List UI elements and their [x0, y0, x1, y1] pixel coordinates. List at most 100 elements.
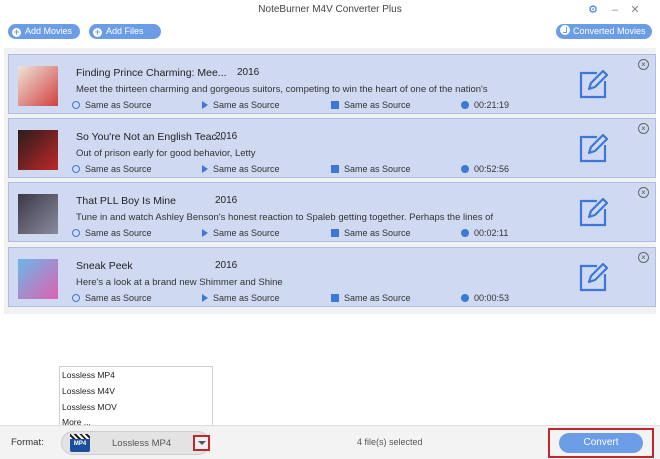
movie-thumbnail: [18, 130, 58, 170]
duration-value: 00:00:53: [474, 293, 510, 303]
duration: 00:52:56: [461, 164, 509, 174]
minimize-icon[interactable]: –: [608, 3, 622, 17]
duration-value: 00:02:11: [474, 228, 509, 238]
remove-item-icon[interactable]: ×: [638, 59, 649, 70]
audio-setting[interactable]: Same as Source: [202, 164, 280, 174]
movie-title: That PLL Boy Is Mine: [76, 195, 176, 207]
remove-item-icon[interactable]: ×: [638, 252, 649, 263]
subtitle-setting[interactable]: Same as Source: [331, 293, 411, 303]
format-value: Lossless MP4: [112, 438, 172, 449]
movie-description: Here's a look at a brand new Shimmer and…: [76, 277, 283, 288]
audio-setting[interactable]: Same as Source: [202, 293, 280, 303]
toolbar: + Add Movies + Add Files Converted Movies: [0, 20, 660, 46]
video-icon: [72, 165, 80, 173]
format-label: Format:: [11, 437, 44, 448]
movie-title: Finding Prince Charming: Mee...: [76, 67, 227, 79]
movie-description: Tune in and watch Ashley Benson's honest…: [76, 212, 494, 223]
video-setting[interactable]: Same as Source: [72, 228, 152, 238]
movie-description: Out of prison early for good behavior, L…: [76, 148, 256, 159]
edit-pencil-icon[interactable]: [577, 131, 609, 165]
movie-item[interactable]: Sneak Peek 2016 Here's a look at a brand n…: [8, 247, 656, 307]
video-setting[interactable]: Same as Source: [72, 164, 152, 174]
subtitle-icon: [331, 294, 339, 302]
movie-year: 2016: [215, 131, 238, 142]
movie-item[interactable]: That PLL Boy Is Mine 2016 Tune in and watc…: [8, 182, 656, 242]
mp4-format-icon: MP4: [70, 434, 90, 452]
window-title: NoteBurner M4V Converter Plus: [258, 4, 402, 15]
format-option-lossless-m4v[interactable]: Lossless M4V: [62, 386, 115, 396]
edit-pencil-icon[interactable]: [577, 195, 609, 229]
video-setting-value: Same as Source: [85, 100, 152, 110]
video-setting-value: Same as Source: [85, 293, 152, 303]
video-icon: [72, 294, 80, 302]
audio-setting[interactable]: Same as Source: [202, 228, 280, 238]
movie-year: 2016: [215, 260, 238, 271]
audio-setting-value: Same as Source: [213, 293, 280, 303]
audio-setting-value: Same as Source: [213, 228, 280, 238]
movie-year: 2016: [237, 67, 260, 78]
convert-button[interactable]: Convert: [559, 433, 643, 453]
format-option-lossless-mov[interactable]: Lossless MOV: [62, 402, 117, 412]
subtitle-icon: [331, 229, 339, 237]
movie-item[interactable]: So You're Not an English Teac... 2016 Out …: [8, 118, 656, 178]
audio-speaker-icon: [202, 101, 208, 109]
subtitle-icon: [331, 165, 339, 173]
format-select[interactable]: MP4 Lossless MP4: [61, 431, 210, 455]
video-setting[interactable]: Same as Source: [72, 293, 152, 303]
subtitle-setting-value: Same as Source: [344, 228, 411, 238]
converted-movies-button[interactable]: Converted Movies: [556, 24, 652, 39]
format-option-lossless-mp4[interactable]: Lossless MP4: [62, 370, 115, 380]
clock-icon: [461, 229, 469, 237]
clock-icon: [461, 101, 469, 109]
movie-title: So You're Not an English Teac...: [76, 131, 226, 143]
add-movies-label: Add Movies: [25, 26, 73, 36]
settings-gear-icon[interactable]: ⚙: [586, 3, 600, 17]
video-setting[interactable]: Same as Source: [72, 100, 152, 110]
subtitle-setting[interactable]: Same as Source: [331, 228, 411, 238]
audio-speaker-icon: [202, 294, 208, 302]
duration-value: 00:52:56: [474, 164, 510, 174]
video-setting-value: Same as Source: [85, 228, 152, 238]
edit-pencil-icon[interactable]: [577, 67, 609, 101]
format-dropdown-arrow-icon[interactable]: [193, 435, 210, 451]
files-selected-count: 4 file(s) selected: [357, 437, 423, 447]
movie-thumbnail: [18, 66, 58, 106]
audio-speaker-icon: [202, 165, 208, 173]
video-icon: [72, 229, 80, 237]
close-window-icon[interactable]: ✕: [628, 3, 642, 17]
add-movies-button[interactable]: + Add Movies: [8, 24, 80, 39]
subtitle-setting-value: Same as Source: [344, 100, 411, 110]
remove-item-icon[interactable]: ×: [638, 187, 649, 198]
add-files-button[interactable]: + Add Files: [89, 24, 161, 39]
duration: 00:02:11: [461, 228, 508, 238]
clock-icon: [461, 294, 469, 302]
edit-pencil-icon[interactable]: [577, 260, 609, 294]
format-dropdown-menu: Lossless MP4 Lossless M4V Lossless MOV M…: [59, 366, 213, 428]
video-icon: [72, 101, 80, 109]
plus-icon: +: [93, 27, 102, 37]
remove-item-icon[interactable]: ×: [638, 123, 649, 134]
movie-item[interactable]: Finding Prince Charming: Mee... 2016 Meet …: [8, 54, 656, 114]
convert-highlight: Convert: [548, 428, 654, 458]
add-files-label: Add Files: [106, 26, 144, 36]
subtitle-setting[interactable]: Same as Source: [331, 100, 411, 110]
audio-setting-value: Same as Source: [213, 164, 280, 174]
mp4-icon-label: MP4: [73, 441, 87, 447]
subtitle-setting-value: Same as Source: [344, 293, 411, 303]
title-bar: NoteBurner M4V Converter Plus ⚙ – ✕: [0, 0, 660, 20]
movie-year: 2016: [215, 195, 238, 206]
clock-icon: [461, 165, 469, 173]
subtitle-setting[interactable]: Same as Source: [331, 164, 411, 174]
duration-value: 00:21:19: [474, 100, 510, 110]
audio-setting[interactable]: Same as Source: [202, 100, 280, 110]
duration: 00:21:19: [461, 100, 509, 110]
subtitle-icon: [331, 101, 339, 109]
movie-thumbnail: [18, 194, 58, 234]
plus-icon: +: [12, 27, 21, 37]
video-setting-value: Same as Source: [85, 164, 152, 174]
duration: 00:00:53: [461, 293, 509, 303]
checkmark-icon: [560, 25, 570, 35]
movie-list: Finding Prince Charming: Mee... 2016 Meet …: [4, 48, 656, 314]
movie-thumbnail: [18, 259, 58, 299]
subtitle-setting-value: Same as Source: [344, 164, 411, 174]
